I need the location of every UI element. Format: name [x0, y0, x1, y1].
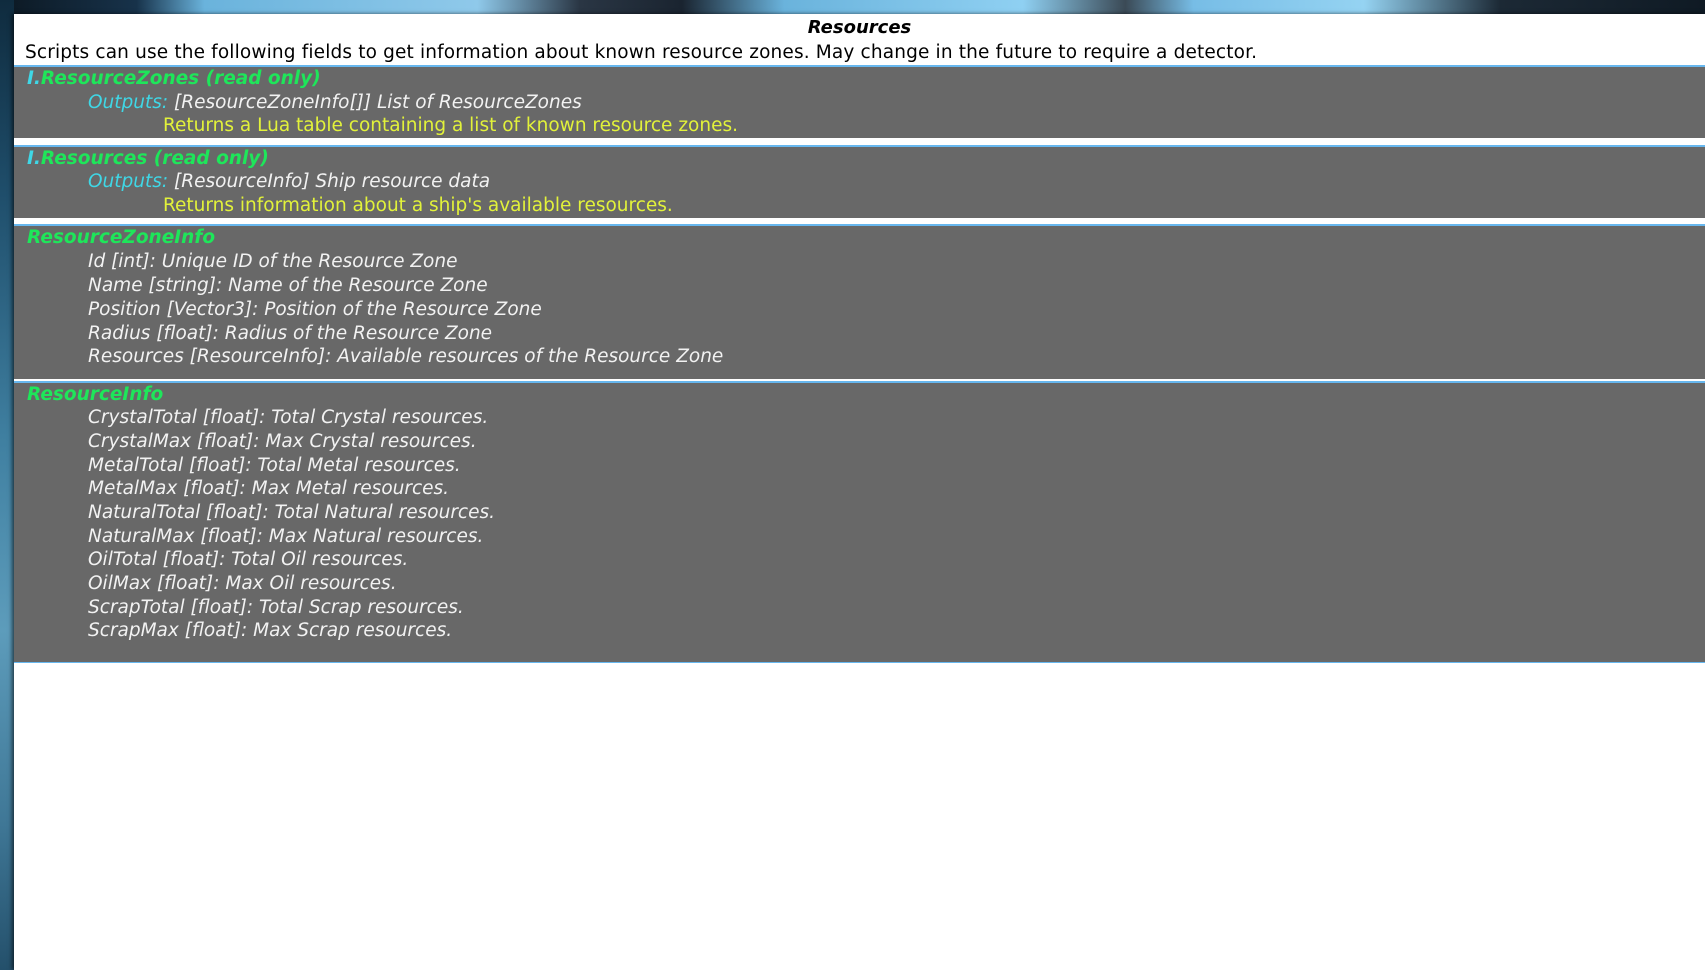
field-item: Radius [float]: Radius of the Resource Z… — [88, 323, 493, 344]
field-item: CrystalTotal [float]: Total Crystal reso… — [88, 407, 489, 428]
outputs-label: Outputs: — [88, 171, 169, 192]
outputs-value: [ResourceInfo] Ship resource data — [174, 171, 491, 192]
field-item: ScrapTotal [float]: Total Scrap resource… — [88, 597, 464, 618]
section-header: ResourceZoneInfo — [27, 227, 216, 248]
field-item: MetalMax [float]: Max Metal resources. — [88, 478, 450, 499]
outputs-label: Outputs: — [88, 92, 169, 113]
section-header-label: ResourceZones (read only) — [40, 68, 321, 89]
outputs-line: Outputs: [ResourceInfo] Ship resource da… — [88, 170, 490, 194]
game-scene-left — [0, 0, 14, 970]
field-item: ScrapMax [float]: Max Scrap resources. — [88, 620, 453, 641]
field-item: CrystalMax [float]: Max Crystal resource… — [88, 431, 477, 452]
field-item: NaturalTotal [float]: Total Natural reso… — [88, 502, 495, 523]
section-header: ResourceInfo — [27, 384, 164, 405]
section-resources: I.Resources (read only) Outputs: [Resour… — [14, 145, 1705, 218]
field-item: Name [string]: Name of the Resource Zone — [88, 275, 488, 296]
outputs-line: Outputs: [ResourceZoneInfo[]] List of Re… — [88, 91, 582, 115]
description-text: Returns information about a ship's avail… — [163, 195, 673, 216]
field-item: MetalTotal [float]: Total Metal resource… — [88, 455, 461, 476]
intro-text: Scripts can use the following fields to … — [25, 42, 1258, 63]
section-header: I.Resources (read only) — [27, 147, 269, 171]
roman-numeral: I. — [27, 148, 41, 169]
field-item: Resources [ResourceInfo]: Available reso… — [88, 346, 724, 367]
field-item: Position [Vector3]: Position of the Reso… — [88, 299, 542, 320]
section-resource-info: ResourceInfo CrystalTotal [float]: Total… — [14, 381, 1705, 663]
description-text: Returns a Lua table containing a list of… — [163, 115, 738, 136]
field-item: NaturalMax [float]: Max Natural resource… — [88, 526, 484, 547]
section-resource-zone-info: ResourceZoneInfo Id [int]: Unique ID of … — [14, 224, 1705, 379]
roman-numeral: I. — [27, 68, 41, 89]
help-panel: Resources Scripts can use the following … — [14, 14, 1705, 970]
field-item: Id [int]: Unique ID of the Resource Zone — [88, 251, 458, 272]
panel-title: Resources — [807, 17, 912, 38]
field-item: OilMax [float]: Max Oil resources. — [88, 573, 397, 594]
field-item: OilTotal [float]: Total Oil resources. — [88, 549, 409, 570]
section-header-label: Resources (read only) — [40, 148, 269, 169]
outputs-value: [ResourceZoneInfo[]] List of ResourceZon… — [174, 92, 582, 113]
section-header: I.ResourceZones (read only) — [27, 67, 321, 91]
section-resource-zones: I.ResourceZones (read only) Outputs: [Re… — [14, 65, 1705, 138]
